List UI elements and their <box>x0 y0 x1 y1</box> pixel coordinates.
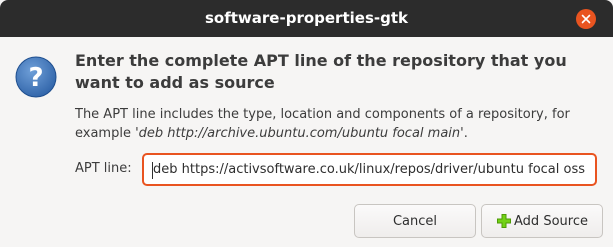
dialog-window: software-properties-gtk ? Enter the comp… <box>0 0 613 247</box>
svg-text:?: ? <box>28 63 43 93</box>
cancel-button[interactable]: Cancel <box>354 204 476 238</box>
dialog-description: The APT line includes the type, location… <box>75 105 605 143</box>
dialog-heading: Enter the complete APT line of the repos… <box>75 51 567 92</box>
cancel-button-label: Cancel <box>392 213 438 229</box>
apt-line-label: APT line: <box>75 161 132 176</box>
close-icon <box>581 14 591 24</box>
window-title: software-properties-gtk <box>205 9 408 27</box>
apt-line-input[interactable]: deb https://activsoftware.co.uk/linux/re… <box>142 153 597 186</box>
description-example: 'deb http://archive.ubuntu.com/ubuntu fo… <box>135 126 464 141</box>
apt-line-value: deb https://activsoftware.co.uk/linux/re… <box>153 162 586 177</box>
description-suffix: . <box>463 126 468 141</box>
close-button[interactable] <box>576 9 596 29</box>
add-source-button[interactable]: Add Source <box>481 204 603 238</box>
add-source-button-label: Add Source <box>514 213 588 229</box>
text-caret <box>152 162 153 179</box>
plus-icon <box>497 214 512 228</box>
title-bar[interactable]: software-properties-gtk <box>0 0 613 37</box>
question-icon: ? <box>15 56 57 98</box>
